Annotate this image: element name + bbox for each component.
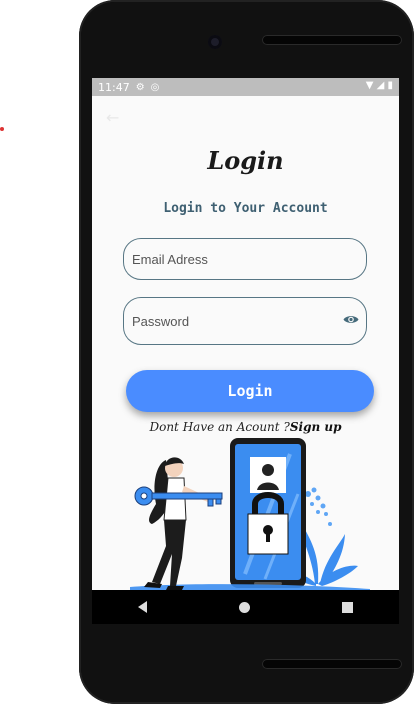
phone-illustration [230,438,306,588]
earpiece-speaker [262,35,402,45]
app-screen: 11:47 ⚙ ◎ ▼ ◢ ▮ ← Login Login to Your Ac… [92,78,399,590]
stray-marker-dot [0,127,4,131]
login-illustration [130,438,370,590]
login-button[interactable]: Login [126,370,374,412]
nav-home-icon[interactable] [239,601,250,613]
email-input[interactable] [124,239,322,279]
nav-back-icon[interactable] [138,601,147,613]
page-title: Login [207,146,284,175]
password-field[interactable] [123,297,367,345]
signup-prompt: Dont Have an Acount ? [149,420,290,434]
signup-row: Dont Have an Acount ?Sign up [92,420,399,434]
status-right-icons: ▼ ◢ ▮ [366,80,393,91]
battery-icon: ▮ [387,80,393,91]
eye-icon[interactable] [343,314,359,325]
email-field[interactable] [123,238,367,280]
android-nav-bar [92,590,399,624]
woman-holding-key [144,457,210,590]
back-arrow-icon[interactable]: ← [106,108,119,127]
nav-recent-apps-icon[interactable] [342,601,353,613]
status-bar: 11:47 ⚙ ◎ ▼ ◢ ▮ [92,78,399,96]
bottom-speaker [262,659,402,669]
front-camera [208,35,222,49]
sync-icon: ◎ [150,81,160,93]
signal-icon: ◢ [376,80,385,91]
signup-link[interactable]: Sign up [290,420,342,434]
page-subtitle: Login to Your Account [163,201,328,216]
gear-icon: ⚙ [135,81,145,93]
password-input[interactable] [124,298,322,344]
status-time: 11:47 [98,80,130,94]
wifi-icon: ▼ [365,80,374,91]
dot-flowers [305,487,332,526]
